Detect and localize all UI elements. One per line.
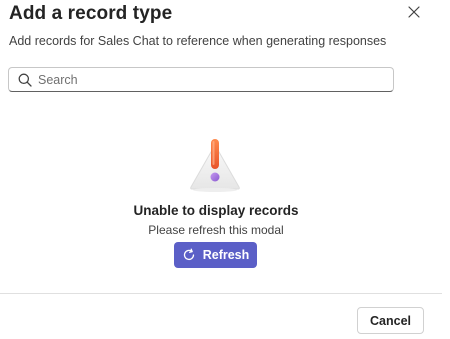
dialog-subtitle: Add records for Sales Chat to reference … (9, 34, 387, 48)
refresh-label: Refresh (202, 248, 250, 262)
dialog-title: Add a record type (9, 3, 173, 24)
search-box[interactable] (8, 67, 394, 92)
cancel-button[interactable]: Cancel (357, 307, 424, 334)
close-button[interactable] (401, 1, 427, 27)
warning-exclamation-icon (187, 135, 243, 195)
refresh-icon (182, 248, 196, 262)
search-icon (17, 72, 33, 88)
search-input[interactable] (38, 69, 393, 90)
footer-divider (0, 293, 442, 294)
add-record-type-dialog: Add a record type Add records for Sales … (0, 0, 450, 339)
empty-state-title: Unable to display records (133, 203, 299, 218)
close-icon (408, 5, 420, 23)
refresh-button[interactable]: Refresh (174, 242, 257, 268)
empty-state-message: Please refresh this modal (148, 223, 284, 237)
